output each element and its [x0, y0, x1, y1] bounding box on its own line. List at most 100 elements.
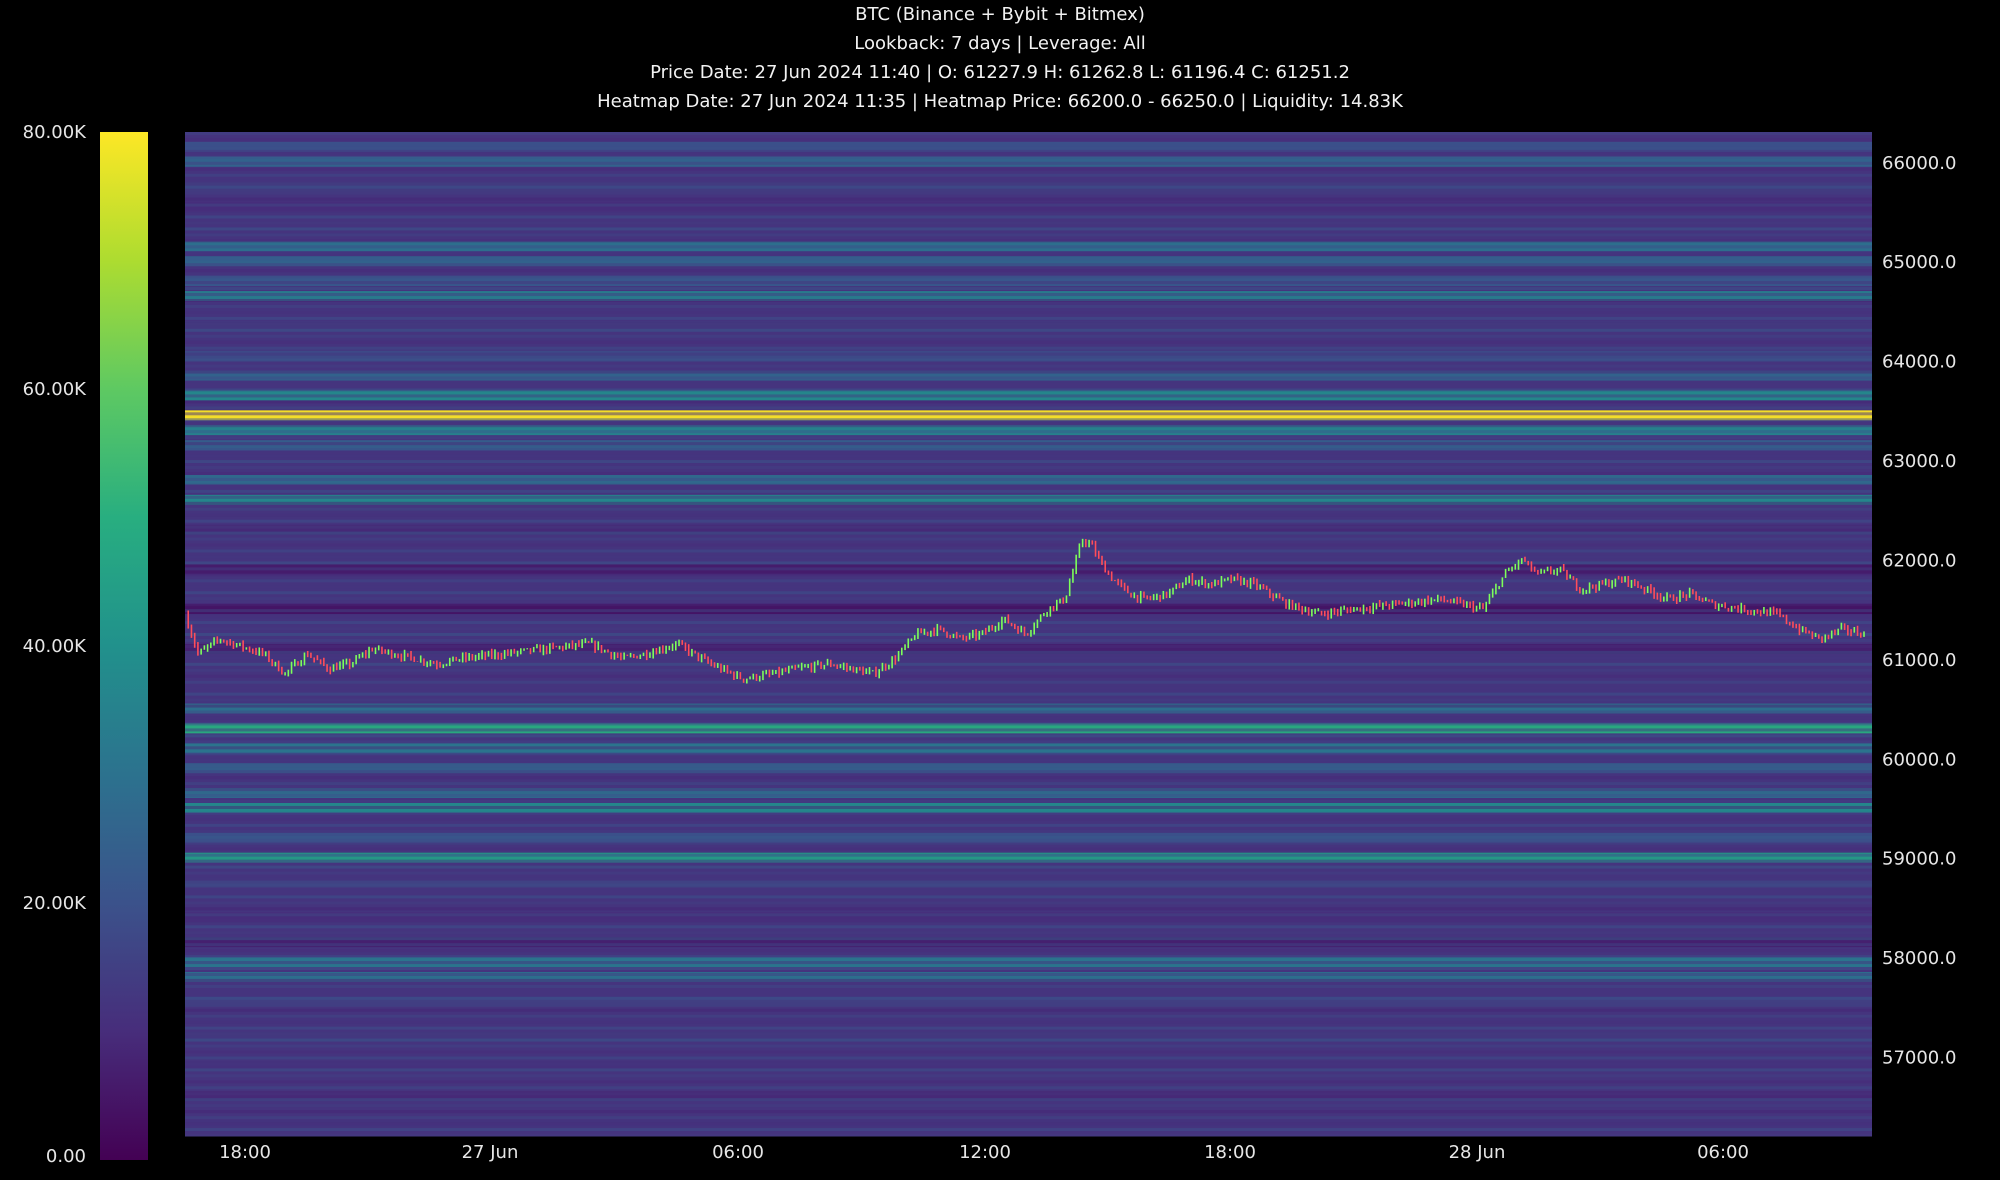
liquidity-stripe — [185, 638, 1872, 642]
liquidity-stripe — [185, 913, 1872, 917]
liquidity-stripe — [185, 829, 1872, 833]
liquidity-stripe — [185, 269, 1872, 273]
liquidity-stripe — [185, 364, 1872, 368]
liquidity-stripe — [185, 537, 1872, 541]
liquidity-stripe — [185, 752, 1872, 756]
liquidity-stripe — [185, 412, 1872, 416]
liquidity-stripe — [185, 507, 1872, 511]
liquidity-stripe — [185, 287, 1872, 291]
liquidity-stripe — [185, 185, 1872, 189]
liquidity-stripe — [185, 173, 1872, 177]
liquidity-stripe — [185, 990, 1872, 994]
liquidity-stripe — [185, 1062, 1872, 1066]
liquidity-stripe — [185, 603, 1872, 607]
liquidity-stripe — [185, 1014, 1872, 1018]
liquidity-stripe — [185, 293, 1872, 297]
x-tick-label: 18:00 — [1204, 1142, 1256, 1163]
liquidity-stripe — [185, 143, 1872, 147]
liquidity-stripe — [185, 996, 1872, 1000]
liquidity-stripe — [185, 555, 1872, 559]
liquidity-stripe — [185, 955, 1872, 959]
liquidity-stripe — [185, 1092, 1872, 1096]
liquidity-stripe — [185, 328, 1872, 332]
liquidity-stripe — [185, 865, 1872, 869]
liquidity-stripe — [185, 310, 1872, 314]
liquidity-stripe — [185, 716, 1872, 720]
liquidity-stripe — [185, 1116, 1872, 1120]
liquidity-stripe — [185, 674, 1872, 678]
liquidity-stripe — [185, 400, 1872, 404]
liquidity-stripe — [185, 901, 1872, 905]
colorbar — [100, 132, 148, 1160]
liquidity-stripe — [185, 1086, 1872, 1090]
liquidity-stripe — [185, 961, 1872, 965]
liquidity-stripe — [185, 209, 1872, 213]
liquidity-stripe — [185, 770, 1872, 774]
liquidity-stripe — [185, 155, 1872, 159]
liquidity-stripe — [185, 883, 1872, 887]
y-tick-label: 62000.0 — [1882, 550, 1956, 571]
liquidity-stripe — [185, 1104, 1872, 1108]
liquidity-stripe — [185, 424, 1872, 428]
liquidity-stripe — [185, 817, 1872, 821]
liquidity-stripe — [185, 471, 1872, 475]
y-tick-label: 58000.0 — [1882, 948, 1956, 969]
liquidity-stripe — [185, 1074, 1872, 1078]
liquidity-stripe — [185, 984, 1872, 988]
liquidity-stripe — [185, 615, 1872, 619]
liquidity-stripe — [185, 161, 1872, 165]
liquidity-stripe — [185, 460, 1872, 464]
liquidity-stripe — [185, 340, 1872, 344]
y-tick-label: 66000.0 — [1882, 153, 1956, 174]
liquidity-stripe — [185, 263, 1872, 267]
liquidity-stripe — [185, 919, 1872, 923]
liquidity-stripe — [185, 722, 1872, 726]
liquidity-stripe — [185, 167, 1872, 171]
liquidity-stripe — [185, 1056, 1872, 1060]
y-tick-label: 65000.0 — [1882, 252, 1956, 273]
liquidity-stripe — [185, 1134, 1872, 1137]
liquidity-stripe — [185, 322, 1872, 326]
y-tick-label: 59000.0 — [1882, 849, 1956, 870]
liquidity-stripe — [185, 513, 1872, 517]
liquidity-stripe — [185, 430, 1872, 434]
x-tick-label: 06:00 — [712, 1142, 764, 1163]
x-tick-label: 18:00 — [219, 1142, 271, 1163]
liquidity-stripe — [185, 1038, 1872, 1042]
liquidity-stripe — [185, 281, 1872, 285]
liquidity-stripe — [185, 489, 1872, 493]
liquidity-stripe — [185, 937, 1872, 941]
liquidity-stripe — [185, 823, 1872, 827]
liquidity-stripe — [185, 388, 1872, 392]
liquidity-stripe — [185, 197, 1872, 201]
liquidity-stripe — [185, 698, 1872, 702]
liquidity-stripe — [185, 943, 1872, 947]
liquidity-stripe — [185, 728, 1872, 732]
liquidity-stripe — [185, 525, 1872, 529]
liquidity-stripe — [185, 782, 1872, 786]
liquidity-stripe — [185, 931, 1872, 935]
liquidity-stripe — [185, 483, 1872, 487]
liquidity-stripe — [185, 799, 1872, 803]
liquidity-stripe — [185, 734, 1872, 738]
liquidity-stripe — [185, 1098, 1872, 1102]
liquidity-stripe — [185, 704, 1872, 708]
y-tick-label: 61000.0 — [1882, 650, 1956, 671]
liquidity-stripe — [185, 907, 1872, 911]
liquidity-stripe — [185, 966, 1872, 970]
liquidity-stripe — [185, 1110, 1872, 1114]
liquidity-stripe — [185, 853, 1872, 857]
liquidity-stripe — [185, 925, 1872, 929]
liquidity-stripe — [185, 436, 1872, 440]
liquidity-stripe — [185, 794, 1872, 798]
liquidity-stripe — [185, 710, 1872, 714]
liquidity-stripe — [185, 1002, 1872, 1006]
liquidity-stripe — [185, 531, 1872, 535]
liquidity-stripe — [185, 203, 1872, 207]
liquidity-stripe — [185, 811, 1872, 815]
liquidity-stripe — [185, 316, 1872, 320]
liquidity-stripe — [185, 227, 1872, 231]
liquidity-stripe — [185, 358, 1872, 362]
liquidation-heatmap-chart[interactable]: 0.00 20.00K 40.00K 60.00K 80.00K 57000.0 58000… — [0, 0, 2000, 1180]
liquidity-stripe — [185, 686, 1872, 690]
